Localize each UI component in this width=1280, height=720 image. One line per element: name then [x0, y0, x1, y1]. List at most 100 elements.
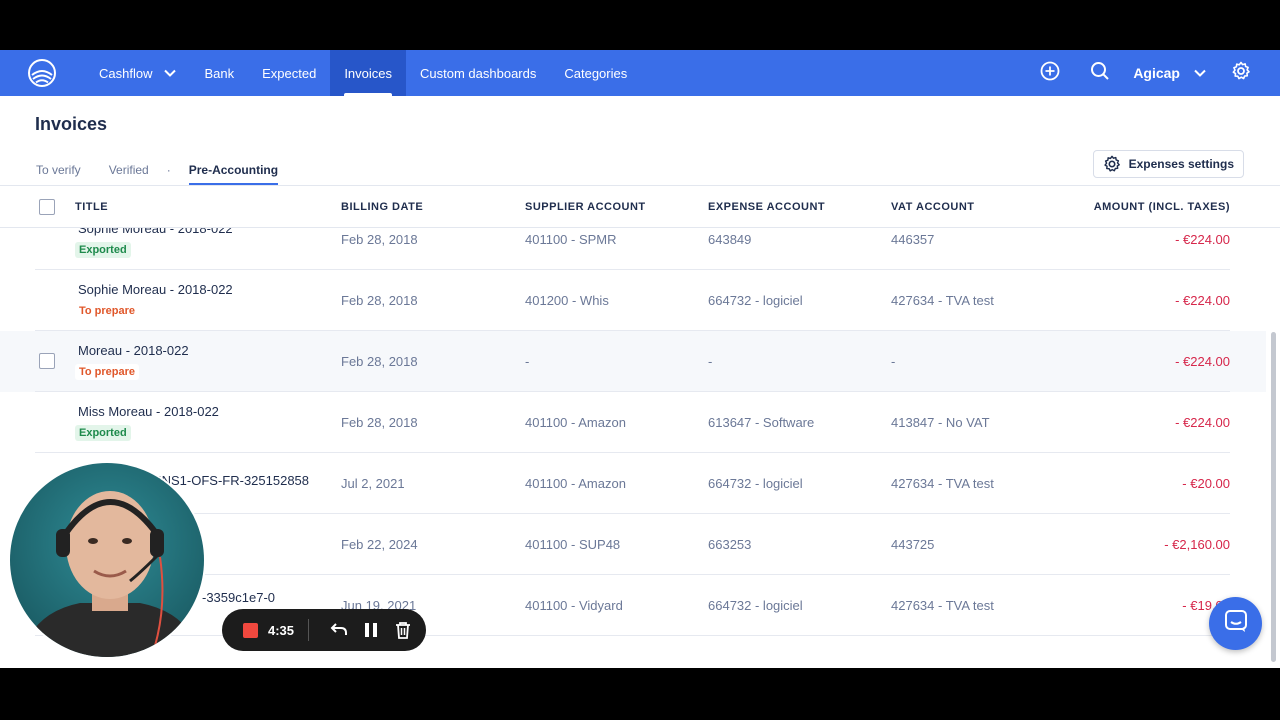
- row-divider: [35, 635, 1230, 636]
- tab-separator: ·: [166, 163, 171, 177]
- nav-item-invoices[interactable]: Invoices: [330, 50, 407, 96]
- tab-verified[interactable]: Verified: [109, 156, 149, 184]
- trash-icon[interactable]: [387, 621, 419, 639]
- vat-account[interactable]: 427634 - TVA test: [891, 476, 994, 491]
- undo-icon[interactable]: [323, 622, 355, 638]
- nav-item-categories[interactable]: Categories: [550, 50, 641, 96]
- agicap-logo-icon[interactable]: [27, 58, 57, 88]
- column-expense-account[interactable]: EXPENSE ACCOUNT: [708, 201, 825, 213]
- nav-item-label: Categories: [564, 65, 628, 81]
- nav-item-label: Expected: [262, 65, 317, 81]
- vat-account[interactable]: 427634 - TVA test: [891, 293, 994, 308]
- support-chat-button[interactable]: [1209, 597, 1262, 650]
- status-badge-to-prepare: To prepare: [75, 303, 140, 319]
- select-all-checkbox[interactable]: [39, 199, 55, 215]
- billing-date: Feb 28, 2018: [341, 293, 418, 308]
- top-navigation: Cashflow Bank Expected Invoices Custom d…: [0, 50, 1280, 96]
- invoice-tabs: To verify Verified · Pre-Accounting: [36, 156, 279, 185]
- column-vat-account[interactable]: VAT ACCOUNT: [891, 201, 975, 213]
- row-checkbox[interactable]: [39, 353, 55, 369]
- company-name: Agicap: [1133, 65, 1180, 81]
- nav-item-bank[interactable]: Bank: [190, 50, 248, 96]
- settings-button[interactable]: [1218, 50, 1264, 96]
- expenses-settings-button[interactable]: Expenses settings: [1092, 150, 1244, 178]
- pause-icon[interactable]: [355, 622, 387, 638]
- nav-right-actions: Agicap: [1027, 50, 1280, 96]
- status-badge-exported: Exported: [75, 242, 131, 258]
- recorder-divider: [308, 619, 310, 641]
- invoice-title[interactable]: -3359c1e7-0: [202, 590, 275, 605]
- expense-account[interactable]: 664732 - logiciel: [708, 293, 803, 308]
- column-supplier-account[interactable]: SUPPLIER ACCOUNT: [525, 201, 646, 213]
- supplier-account[interactable]: 401200 - Whis: [525, 293, 609, 308]
- vat-account[interactable]: -: [891, 354, 895, 369]
- invoice-title[interactable]: Sophie Moreau - 2018-022: [78, 282, 233, 297]
- gear-icon: [1231, 61, 1251, 86]
- column-title[interactable]: TITLE: [75, 201, 108, 213]
- table-row[interactable]: Sophie Moreau - 2018-022 Exported Feb 28…: [0, 228, 1266, 270]
- page-title: Invoices: [35, 114, 108, 134]
- stop-icon[interactable]: [243, 622, 258, 638]
- search-button[interactable]: [1077, 50, 1123, 96]
- status-badge-to-prepare: To prepare: [75, 364, 140, 380]
- supplier-account[interactable]: 401100 - Amazon: [525, 476, 626, 491]
- chevron-down-icon: [1194, 69, 1206, 77]
- invoice-amount: - €224.00: [1175, 415, 1230, 430]
- billing-date: Feb 28, 2018: [341, 415, 418, 430]
- plus-circle-icon: [1040, 61, 1060, 86]
- tab-to-verify[interactable]: To verify: [36, 156, 81, 184]
- chat-icon: [1223, 608, 1249, 639]
- table-header: TITLE BILLING DATE SUPPLIER ACCOUNT EXPE…: [0, 186, 1280, 228]
- billing-date: Feb 28, 2018: [341, 354, 418, 369]
- table-row[interactable]: INS1-OFS-FR-325152858 Jul 2, 2021 401100…: [0, 453, 1266, 514]
- invoice-title[interactable]: Miss Moreau - 2018-022: [78, 404, 219, 419]
- supplier-account[interactable]: -: [525, 354, 529, 369]
- billing-date: Feb 22, 2024: [341, 537, 418, 552]
- tab-pre-accounting[interactable]: Pre-Accounting: [188, 156, 279, 185]
- vat-account[interactable]: 413847 - No VAT: [891, 415, 990, 430]
- expense-account[interactable]: -: [708, 354, 712, 369]
- supplier-account[interactable]: 401100 - Vidyard: [525, 598, 623, 613]
- invoice-amount: - €224.00: [1175, 354, 1230, 369]
- invoice-amount: - €224.00: [1175, 232, 1230, 247]
- webcam-bubble[interactable]: [8, 461, 206, 659]
- add-button[interactable]: [1027, 50, 1073, 96]
- nav-item-label: Invoices: [344, 65, 393, 81]
- supplier-account[interactable]: 401100 - SPMR: [525, 232, 617, 247]
- search-icon: [1090, 61, 1110, 86]
- gear-icon: [1103, 155, 1121, 173]
- invoice-title[interactable]: Sophie Moreau - 2018-022: [78, 228, 233, 236]
- nav-item-cashflow[interactable]: Cashflow: [85, 50, 190, 96]
- expense-account[interactable]: 663253: [708, 537, 751, 552]
- recording-controls: 4:35: [222, 609, 426, 651]
- company-switcher[interactable]: Agicap: [1123, 65, 1218, 81]
- nav-item-custom-dashboards[interactable]: Custom dashboards: [406, 50, 550, 96]
- status-badge-exported: Exported: [75, 425, 131, 441]
- billing-date: Jul 2, 2021: [341, 476, 405, 491]
- expense-account[interactable]: 643849: [708, 232, 751, 247]
- invoice-amount: - €20.00: [1182, 476, 1230, 491]
- table-row[interactable]: Sophie Moreau - 2018-022 To prepare Feb …: [0, 270, 1266, 331]
- column-amount[interactable]: AMOUNT (INCL. TAXES): [1094, 201, 1230, 213]
- invoice-title[interactable]: INS1-OFS-FR-325152858: [158, 473, 309, 488]
- nav-item-expected[interactable]: Expected: [248, 50, 330, 96]
- column-billing-date[interactable]: BILLING DATE: [341, 201, 423, 213]
- supplier-account[interactable]: 401100 - SUP48: [525, 537, 620, 552]
- presenter-avatar: [10, 463, 204, 657]
- table-row[interactable]: Moreau - 2018-022 To prepare Feb 28, 201…: [0, 331, 1266, 392]
- nav-item-label: Bank: [204, 65, 235, 81]
- recording-time: 4:35: [268, 622, 295, 638]
- vat-account[interactable]: 443725: [891, 537, 934, 552]
- vertical-scrollbar[interactable]: [1271, 332, 1276, 662]
- vat-account[interactable]: 446357: [891, 232, 934, 247]
- nav-item-label: Cashflow: [99, 65, 153, 81]
- vat-account[interactable]: 427634 - TVA test: [891, 598, 994, 613]
- supplier-account[interactable]: 401100 - Amazon: [525, 415, 626, 430]
- chevron-down-icon: [164, 69, 177, 77]
- expense-account[interactable]: 613647 - Software: [708, 415, 814, 430]
- invoice-amount: - €2,160.00: [1164, 537, 1230, 552]
- expense-account[interactable]: 664732 - logiciel: [708, 476, 803, 491]
- table-row[interactable]: Miss Moreau - 2018-022 Exported Feb 28, …: [0, 392, 1266, 453]
- invoice-title[interactable]: Moreau - 2018-022: [78, 343, 189, 358]
- expense-account[interactable]: 664732 - logiciel: [708, 598, 803, 613]
